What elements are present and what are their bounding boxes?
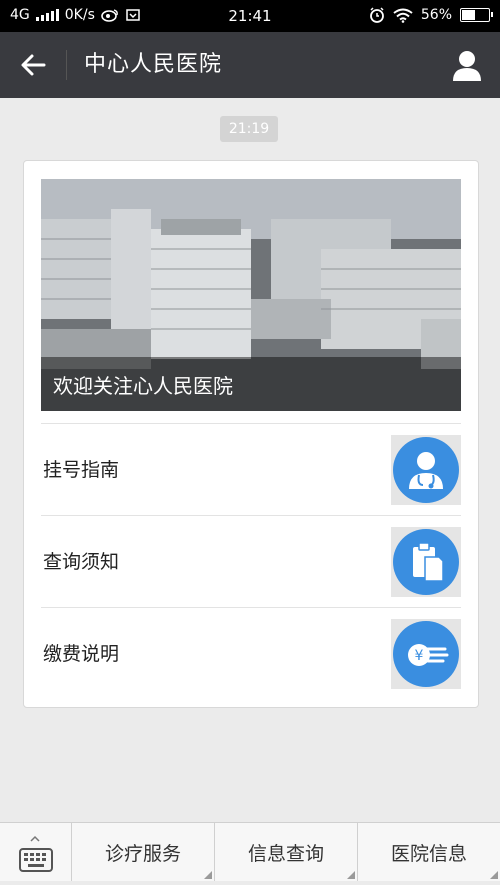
tab-hospital-info[interactable]: 医院信息 xyxy=(358,823,500,881)
tab-label: 诊疗服务 xyxy=(104,843,181,865)
divider xyxy=(41,423,461,424)
tab-medical-services[interactable]: 诊疗服务 xyxy=(72,823,215,881)
divider xyxy=(41,515,461,516)
menu-item-label: 挂号指南 xyxy=(43,459,120,481)
status-bar: 4G 0K/s 21:41 56% xyxy=(0,0,500,32)
menu-item-registration-guide[interactable]: 挂号指南 xyxy=(41,425,461,515)
banner-image[interactable]: 欢迎关注心人民医院 xyxy=(41,179,461,411)
banner-caption: 欢迎关注心人民医院 xyxy=(53,374,233,398)
message-timestamp: 21:19 xyxy=(220,116,278,142)
tab-info-query[interactable]: 信息查询 xyxy=(215,823,358,881)
keyboard-icon xyxy=(19,835,53,872)
submenu-indicator-icon xyxy=(490,871,498,879)
profile-icon[interactable] xyxy=(450,48,484,82)
header-divider xyxy=(66,50,67,80)
tab-label: 医院信息 xyxy=(390,843,467,865)
bottom-menu-bar: 诊疗服务 信息查询 医院信息 xyxy=(0,822,500,881)
submenu-indicator-icon xyxy=(347,871,355,879)
alarm-icon xyxy=(369,7,384,23)
submenu-indicator-icon xyxy=(204,871,212,879)
menu-item-query-notes[interactable]: 查询须知 xyxy=(41,517,461,607)
back-arrow-icon[interactable] xyxy=(18,50,50,80)
page-title: 中心人民医院 xyxy=(84,52,223,77)
battery-icon xyxy=(460,8,493,22)
app-header: 中心人民医院 xyxy=(0,32,500,98)
doctor-icon xyxy=(391,435,461,505)
menu-item-payment-info[interactable]: 缴费说明 ¥ xyxy=(41,609,461,699)
menu-item-label: 缴费说明 xyxy=(43,643,120,665)
divider xyxy=(41,607,461,608)
battery-percent: 56% xyxy=(420,7,452,23)
yen-hand-icon: ¥ xyxy=(391,619,461,689)
clipboard-icon xyxy=(391,527,461,597)
menu-item-label: 查询须知 xyxy=(43,551,120,573)
wifi-icon xyxy=(393,8,413,23)
status-right: 56% xyxy=(369,7,493,23)
keyboard-toggle-button[interactable] xyxy=(0,823,72,881)
svg-text:¥: ¥ xyxy=(415,648,424,664)
tab-label: 信息查询 xyxy=(247,843,324,865)
article-card: 欢迎关注心人民医院 挂号指南 查询须知 缴费说明 ¥ xyxy=(23,160,479,708)
